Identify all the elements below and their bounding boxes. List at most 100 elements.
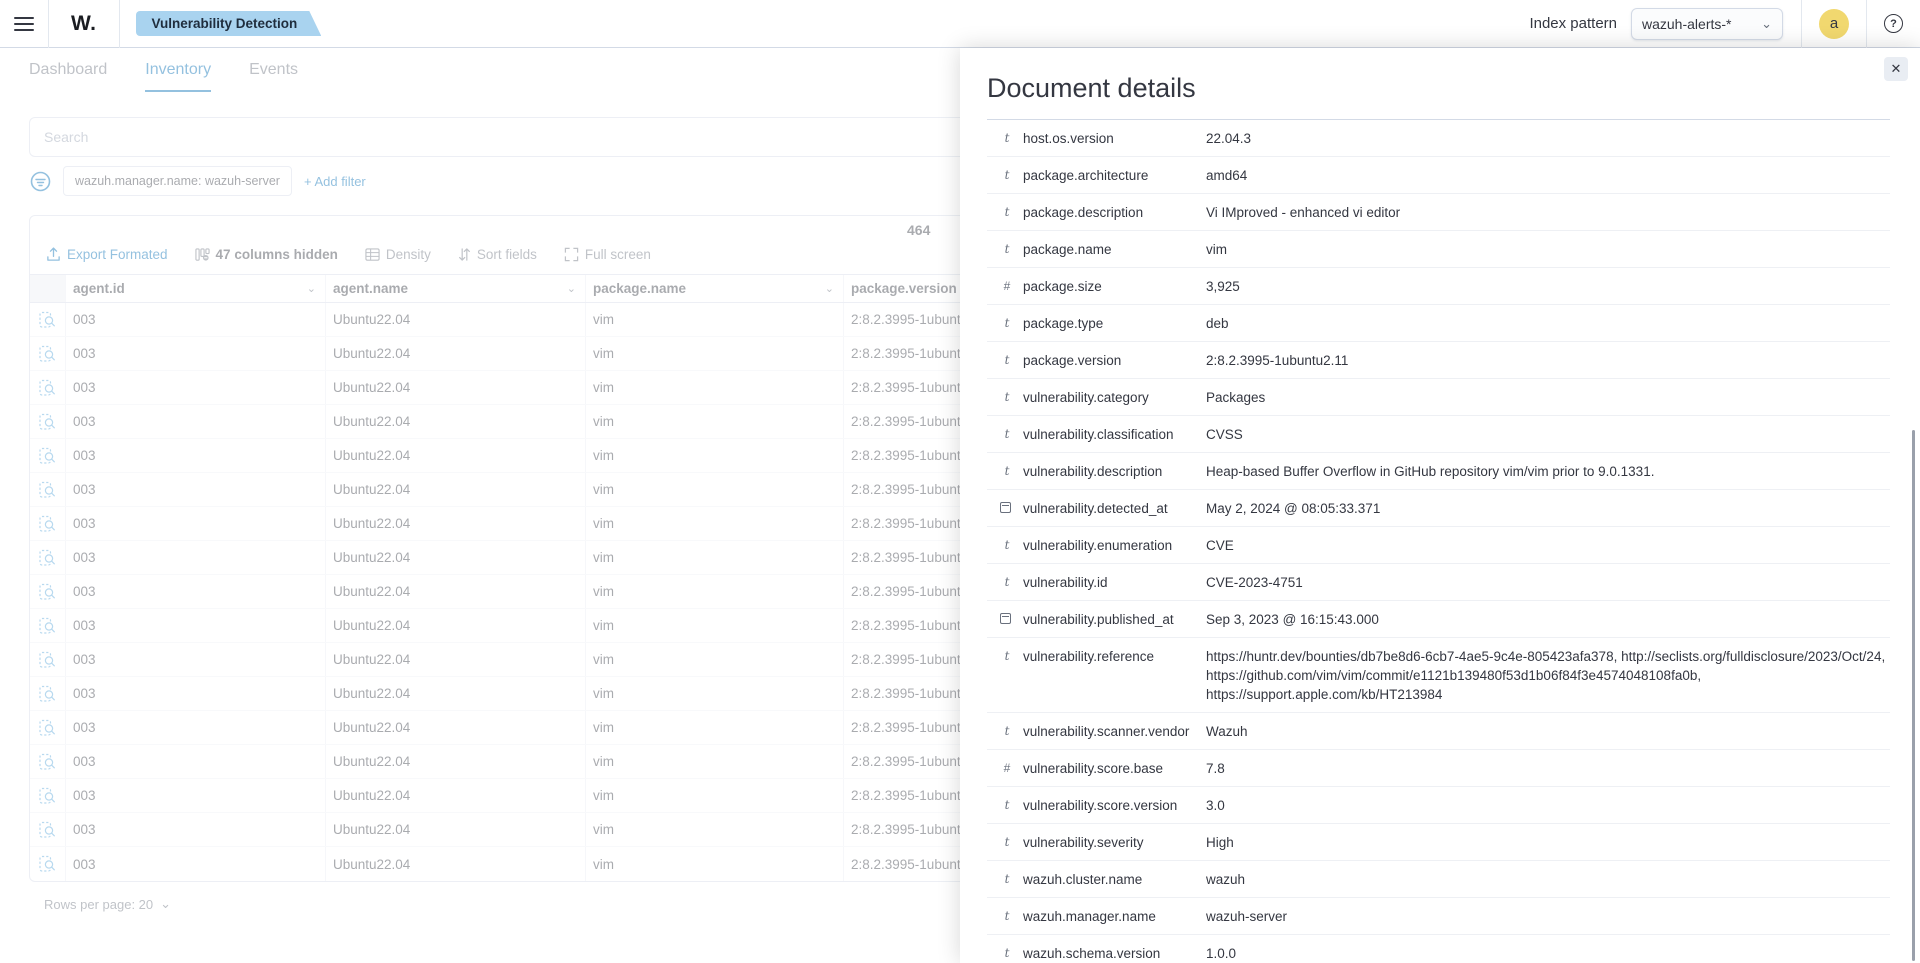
topbar-right: Index pattern wazuh-alerts-* ⌄ a ? [1529, 0, 1920, 47]
flyout-title: Document details [960, 48, 1920, 104]
field-name[interactable]: vulnerability.enumeration [1023, 536, 1206, 555]
field-type-icon [1000, 870, 1014, 889]
field-name[interactable]: wazuh.cluster.name [1023, 870, 1206, 889]
field-type-icon [1000, 351, 1014, 370]
field-value: 7.8 [1206, 759, 1890, 778]
field-type-icon [1000, 388, 1014, 407]
top-bar: W. Vulnerability Detection Index pattern… [0, 0, 1920, 48]
field-name[interactable]: vulnerability.score.base [1023, 759, 1206, 778]
field-value: Vi IMproved - enhanced vi editor [1206, 203, 1890, 222]
field-type-icon [1000, 722, 1014, 741]
index-pattern-label: Index pattern [1529, 15, 1617, 32]
field-type-icon [1000, 613, 1011, 624]
topbar-divider [1866, 0, 1867, 48]
field-type-icon [1000, 573, 1014, 592]
field-name[interactable]: package.version [1023, 351, 1206, 370]
field-name[interactable]: wazuh.schema.version [1023, 944, 1206, 963]
wazuh-logo[interactable]: W. [49, 12, 119, 36]
chevron-down-icon: ⌄ [1761, 16, 1772, 32]
field-value: vim [1206, 240, 1890, 259]
document-field-row: vulnerability.description Heap-based Buf… [987, 453, 1890, 490]
field-value: May 2, 2024 @ 08:05:33.371 [1206, 499, 1890, 518]
document-field-row: package.architecture amd64 [987, 157, 1890, 194]
document-field-row: vulnerability.published_at Sep 3, 2023 @… [987, 601, 1890, 638]
document-field-row: vulnerability.scanner.vendor Wazuh [987, 713, 1890, 750]
field-value: 2:8.2.3995-1ubuntu2.11 [1206, 351, 1890, 370]
field-name[interactable]: host.os.version [1023, 129, 1206, 148]
field-value: 3.0 [1206, 796, 1890, 815]
field-name[interactable]: vulnerability.score.version [1023, 796, 1206, 815]
field-value: CVE-2023-4751 [1206, 573, 1890, 592]
field-type-icon [1000, 129, 1014, 148]
field-name[interactable]: wazuh.manager.name [1023, 907, 1206, 926]
breadcrumb[interactable]: Vulnerability Detection [136, 11, 322, 36]
hamburger-menu-button[interactable] [0, 0, 48, 48]
field-type-icon [1000, 647, 1014, 666]
field-value: 1.0.0 [1206, 944, 1890, 963]
field-type-icon [1000, 944, 1014, 963]
field-value: Sep 3, 2023 @ 16:15:43.000 [1206, 610, 1890, 629]
hamburger-icon [14, 16, 34, 32]
document-field-row: vulnerability.detected_at May 2, 2024 @ … [987, 490, 1890, 527]
topbar-divider [1801, 0, 1802, 48]
topbar-divider [119, 0, 120, 48]
field-value: wazuh-server [1206, 907, 1890, 926]
field-type-icon [1000, 462, 1014, 481]
field-name[interactable]: vulnerability.classification [1023, 425, 1206, 444]
document-field-row: package.description Vi IMproved - enhanc… [987, 194, 1890, 231]
field-name[interactable]: vulnerability.severity [1023, 833, 1206, 852]
field-type-icon [1000, 166, 1014, 185]
field-type-icon [1000, 833, 1014, 852]
field-value: deb [1206, 314, 1890, 333]
field-name[interactable]: package.size [1023, 277, 1206, 296]
field-type-icon [1000, 907, 1014, 926]
document-field-row: vulnerability.id CVE-2023-4751 [987, 564, 1890, 601]
vertical-scrollbar[interactable] [1912, 430, 1915, 961]
index-pattern-value: wazuh-alerts-* [1642, 16, 1731, 32]
document-field-row: vulnerability.reference https://huntr.de… [987, 638, 1890, 713]
field-value: CVE [1206, 536, 1890, 555]
field-name[interactable]: vulnerability.scanner.vendor [1023, 722, 1206, 741]
field-value: Heap-based Buffer Overflow in GitHub rep… [1206, 462, 1890, 481]
field-name[interactable]: package.name [1023, 240, 1206, 259]
field-value: Wazuh [1206, 722, 1890, 741]
field-name[interactable]: package.architecture [1023, 166, 1206, 185]
document-field-row: vulnerability.score.base 7.8 [987, 750, 1890, 787]
field-type-icon [1000, 425, 1014, 444]
document-fields-list: host.os.version 22.04.3 package.architec… [987, 120, 1890, 963]
field-value: CVSS [1206, 425, 1890, 444]
field-name[interactable]: package.description [1023, 203, 1206, 222]
document-field-row: wazuh.manager.name wazuh-server [987, 898, 1890, 935]
document-details-flyout: ✕ Document details host.os.version 22.04… [960, 48, 1920, 963]
field-type-icon [1000, 759, 1014, 778]
help-icon[interactable]: ? [1884, 14, 1903, 33]
index-pattern-select[interactable]: wazuh-alerts-* ⌄ [1631, 8, 1783, 40]
field-name[interactable]: vulnerability.published_at [1023, 610, 1206, 629]
field-type-icon [1000, 536, 1014, 555]
field-name[interactable]: vulnerability.category [1023, 388, 1206, 407]
field-type-icon [1000, 796, 1014, 815]
field-type-icon [1000, 277, 1014, 296]
field-type-icon [1000, 203, 1014, 222]
document-field-row: vulnerability.severity High [987, 824, 1890, 861]
field-value: wazuh [1206, 870, 1890, 889]
avatar[interactable]: a [1819, 9, 1849, 39]
document-field-row: package.type deb [987, 305, 1890, 342]
field-value: https://huntr.dev/bounties/db7be8d6-6cb7… [1206, 647, 1890, 704]
field-name[interactable]: vulnerability.id [1023, 573, 1206, 592]
document-field-row: wazuh.cluster.name wazuh [987, 861, 1890, 898]
document-field-row: package.size 3,925 [987, 268, 1890, 305]
document-field-row: vulnerability.score.version 3.0 [987, 787, 1890, 824]
field-name[interactable]: package.type [1023, 314, 1206, 333]
field-name[interactable]: vulnerability.detected_at [1023, 499, 1206, 518]
field-value: High [1206, 833, 1890, 852]
document-field-row: vulnerability.enumeration CVE [987, 527, 1890, 564]
close-flyout-button[interactable]: ✕ [1884, 57, 1908, 81]
field-type-icon [1000, 240, 1014, 259]
field-name[interactable]: vulnerability.reference [1023, 647, 1206, 666]
close-icon: ✕ [1891, 61, 1902, 77]
document-field-row: package.version 2:8.2.3995-1ubuntu2.11 [987, 342, 1890, 379]
field-name[interactable]: vulnerability.description [1023, 462, 1206, 481]
field-value: amd64 [1206, 166, 1890, 185]
document-field-row: vulnerability.category Packages [987, 379, 1890, 416]
